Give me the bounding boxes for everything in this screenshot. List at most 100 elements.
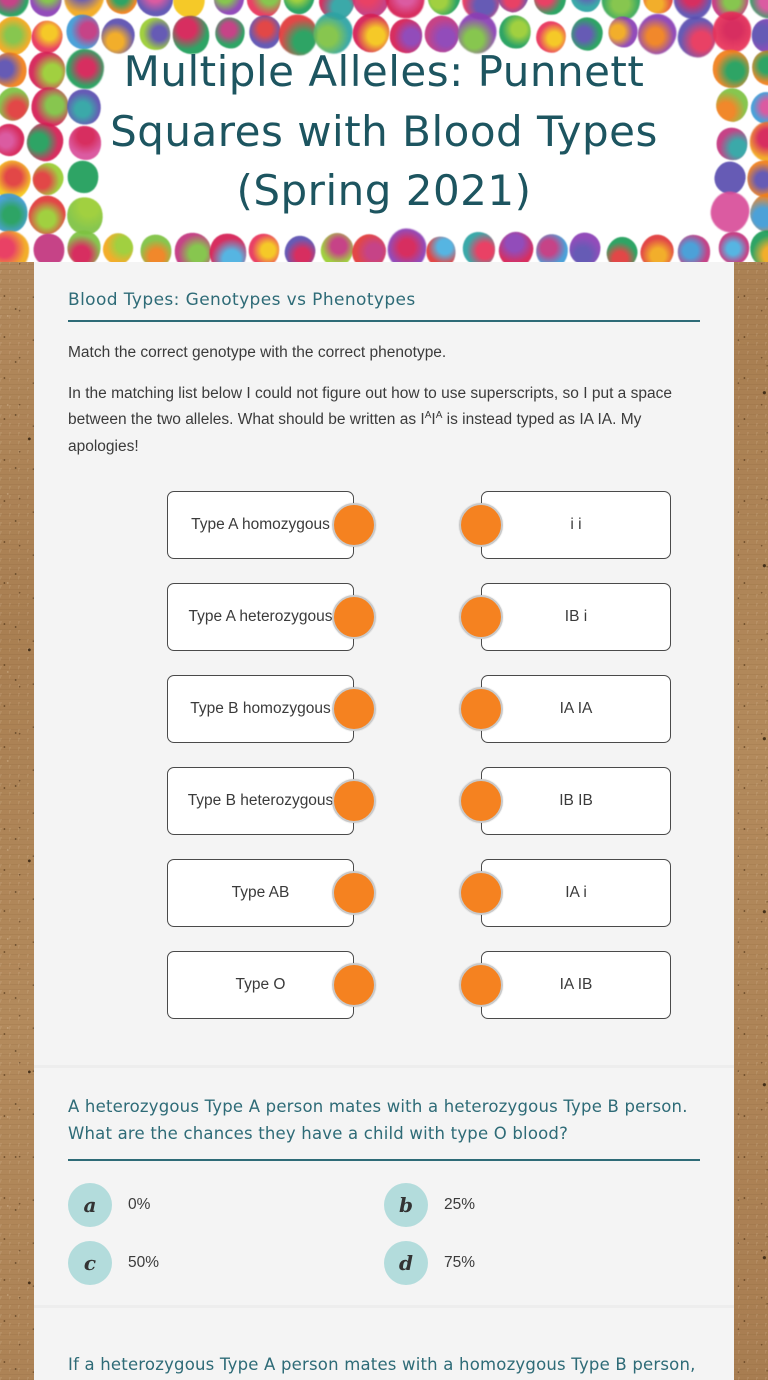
matching-row: Type B heterozygous IB IB (68, 759, 700, 851)
heading-divider (68, 320, 700, 322)
watercolor-dot (30, 0, 63, 17)
genotype-card-4[interactable]: IA i (481, 858, 671, 927)
watercolor-dot (0, 229, 31, 262)
match-knob-right-5[interactable] (459, 962, 503, 1007)
watercolor-dot (714, 87, 749, 124)
question-one-card: A heterozygous Type A person mates with … (34, 1067, 734, 1306)
matching-row: Type O IA IB (68, 943, 700, 1035)
superscript-note: In the matching list below I could not f… (68, 381, 700, 461)
watercolor-dot (458, 0, 503, 23)
watercolor-dot (27, 49, 68, 92)
watercolor-dot (709, 46, 754, 92)
match-knob-left-2[interactable] (332, 686, 376, 731)
watercolor-dot (639, 0, 678, 18)
answer-choice-c[interactable]: c 50% (68, 1241, 384, 1286)
watercolor-dot (0, 122, 26, 158)
answer-choice-a[interactable]: a 0% (68, 1183, 384, 1228)
answer-choice-d[interactable]: d 75% (384, 1241, 700, 1286)
watercolor-dot (380, 0, 430, 24)
watercolor-dot (708, 189, 752, 235)
watercolor-dot (422, 233, 460, 262)
watercolor-dot (0, 83, 33, 126)
phenotype-card-1[interactable]: Type A heterozygous (167, 582, 354, 651)
watercolor-dot (23, 191, 70, 240)
watercolor-dot (715, 229, 752, 262)
question-one-text: A heterozygous Type A person mates with … (68, 1096, 688, 1143)
watercolor-dot (709, 9, 755, 56)
matching-list: Type A homozygous i i Type A heterozygous I… (68, 475, 700, 1065)
watercolor-dot (64, 157, 102, 196)
choice-letter-badge-c: c (68, 1241, 112, 1286)
watercolor-dot (62, 85, 106, 129)
phenotype-card-2[interactable]: Type B homozygous (167, 674, 354, 743)
genotype-card-1[interactable]: IB i (481, 582, 671, 651)
match-knob-left-1[interactable] (332, 594, 376, 639)
question-two-block: If a heterozygous Type A person mates wi… (68, 1308, 700, 1380)
genotype-card-0[interactable]: i i (481, 490, 671, 559)
watercolor-dot (103, 0, 140, 16)
watercolor-dot (29, 18, 65, 56)
watercolor-dot (0, 48, 31, 92)
match-knob-left-3[interactable] (332, 778, 376, 823)
watercolor-dot (673, 0, 713, 20)
match-knob-right-3[interactable] (459, 778, 503, 823)
watercolor-dot (712, 160, 748, 197)
answer-choice-b[interactable]: b 25% (384, 1183, 700, 1228)
watercolor-dot (213, 0, 245, 16)
page-title: Multiple Alleles: Punnett Squares with B… (110, 47, 658, 216)
watercolor-dot (28, 158, 69, 200)
watercolor-dot (568, 232, 602, 262)
genotype-card-2[interactable]: IA IA (481, 674, 671, 743)
watercolor-dot (599, 0, 643, 23)
watercolor-dot (746, 45, 768, 91)
match-knob-left-5[interactable] (332, 962, 376, 1007)
watercolor-dot (282, 233, 318, 262)
match-knob-right-1[interactable] (459, 594, 503, 639)
watercolor-dot (65, 48, 105, 90)
watercolor-dot (61, 10, 104, 55)
watercolor-dot (569, 0, 603, 14)
watercolor-dot (713, 124, 751, 163)
watercolor-dot (169, 228, 217, 262)
question-two-card: If a heterozygous Type A person mates wi… (34, 1308, 734, 1380)
watercolor-dot (746, 189, 768, 237)
watercolor-dot (29, 86, 70, 129)
genotype-card-5[interactable]: IA IB (481, 950, 671, 1019)
watercolor-dot (743, 155, 768, 203)
watercolor-dot (423, 0, 464, 19)
watercolor-dot (29, 229, 69, 262)
watercolor-dot (349, 0, 392, 20)
content-column: Blood Types: Genotypes vs Phenotypes Mat… (34, 262, 734, 1380)
match-knob-left-4[interactable] (332, 870, 376, 915)
watercolor-dot (387, 227, 428, 262)
phenotype-card-0[interactable]: Type A homozygous (167, 490, 354, 559)
page-banner: Multiple Alleles: Punnett Squares with B… (0, 0, 768, 262)
phenotype-card-4[interactable]: Type AB (167, 858, 354, 927)
choice-label-c: 50% (128, 1254, 160, 1272)
watercolor-dot (281, 0, 318, 17)
watercolor-dot (495, 229, 536, 262)
match-knob-right-0[interactable] (459, 502, 503, 547)
choice-label-a: 0% (128, 1196, 151, 1214)
watercolor-dot (458, 228, 500, 262)
match-knob-left-0[interactable] (332, 502, 376, 547)
instruction-text: Match the correct genotype with the corr… (68, 344, 447, 361)
match-knob-right-4[interactable] (459, 870, 503, 915)
matching-row: Type AB IA i (68, 851, 700, 943)
watercolor-dot (747, 88, 768, 127)
watercolor-dot (136, 231, 175, 262)
watercolor-dot (706, 0, 753, 24)
choice-letter-badge-b: b (384, 1183, 428, 1228)
watercolor-dot (0, 0, 34, 23)
watercolor-dot (317, 229, 357, 262)
answer-choice-grid: a 0% b 25% c 50% d 75% (68, 1183, 700, 1286)
genotype-card-3[interactable]: IB IB (481, 766, 671, 835)
watercolor-dot (58, 0, 109, 25)
question-one-block: A heterozygous Type A person mates with … (68, 1068, 700, 1305)
match-knob-right-2[interactable] (459, 686, 503, 731)
phenotype-card-5[interactable]: Type O (167, 950, 354, 1019)
watercolor-dot (535, 232, 570, 262)
phenotype-card-3[interactable]: Type B heterozygous (167, 766, 354, 835)
watercolor-dot (0, 189, 32, 236)
choice-letter-badge-a: a (68, 1183, 112, 1228)
